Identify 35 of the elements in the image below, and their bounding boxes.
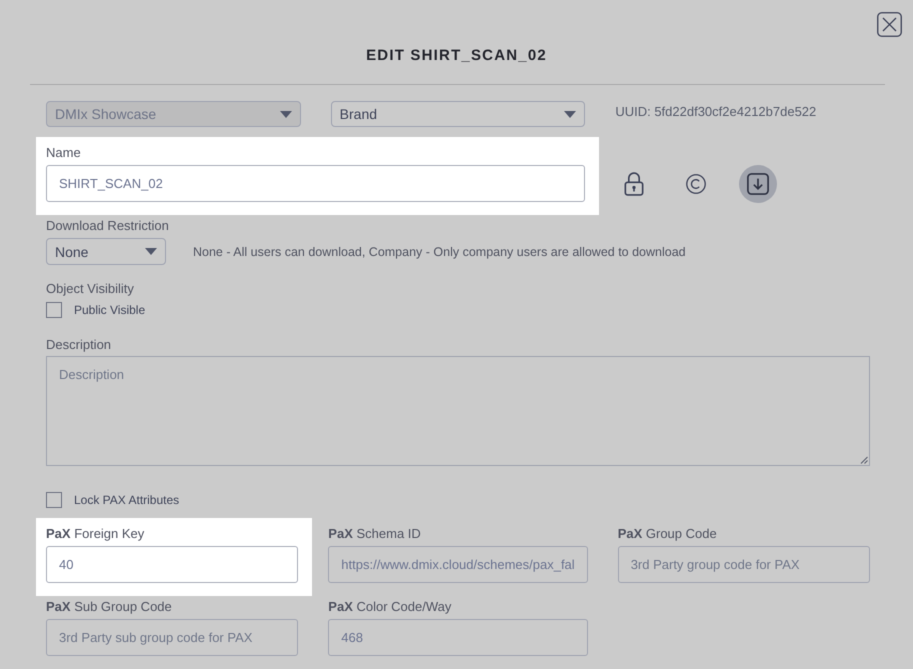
uuid-text: UUID: 5fd22df30cf2e4212b7de522 <box>615 104 816 119</box>
close-icon[interactable] <box>877 12 902 37</box>
field-label: PaX Foreign Key <box>46 526 144 542</box>
field-label: PaX Sub Group Code <box>46 599 172 615</box>
field-label: PaX Color Code/Way <box>328 599 452 615</box>
field-label: PaX Schema ID <box>328 526 421 542</box>
checkbox-label: Public Visible <box>74 303 146 317</box>
dropdown: DMIx Showcase <box>46 101 301 127</box>
caret-icon <box>145 248 157 255</box>
dialog-title: EDIT SHIRT_SCAN_02 <box>366 47 547 65</box>
text-field[interactable]: https://www.dmix.cloud/schemes/pax_fal <box>328 546 588 583</box>
caret-icon <box>280 110 292 118</box>
checkbox[interactable] <box>46 492 62 508</box>
download-icon[interactable] <box>739 164 777 202</box>
text-field[interactable]: 3rd Party sub group code for PAX <box>46 619 298 656</box>
dropdown[interactable]: Brand <box>330 101 586 127</box>
placeholder-text: Description <box>59 367 124 382</box>
text-field[interactable]: 3rd Party group code for PAX <box>618 546 870 583</box>
field-label: Object Visibility <box>46 281 134 297</box>
copyright-icon[interactable] <box>686 174 706 194</box>
field-label: Description <box>46 337 112 353</box>
checkbox-label: Lock PAX Attributes <box>74 493 180 507</box>
resize-grip-icon[interactable] <box>860 456 868 464</box>
text-field[interactable]: 468 <box>328 619 588 656</box>
padlock-icon[interactable] <box>624 172 644 196</box>
text-field[interactable]: SHIRT_SCAN_02 <box>46 165 585 202</box>
caret-icon <box>564 110 576 118</box>
text-field[interactable]: 40 <box>46 546 298 583</box>
field-label: Name <box>46 145 81 161</box>
dropdown[interactable]: None <box>46 238 166 265</box>
checkbox[interactable] <box>46 302 62 318</box>
description-field[interactable]: Description <box>46 356 870 466</box>
field-label: Download Restriction <box>46 218 169 234</box>
field-label: PaX Group Code <box>618 526 717 542</box>
hint-text: None - All users can download, Company - Only company users are allowed to download <box>193 244 686 258</box>
